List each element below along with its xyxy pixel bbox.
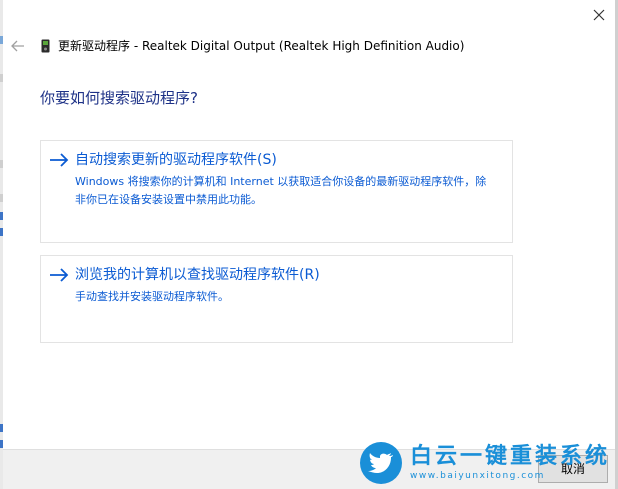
browse-computer-description: 手动查找并安装驱动程序软件。 xyxy=(75,290,229,303)
update-driver-dialog xyxy=(3,0,615,489)
right-arrow-icon xyxy=(50,268,69,282)
audio-device-icon xyxy=(41,39,50,53)
back-arrow-icon xyxy=(11,40,24,52)
back-button[interactable] xyxy=(8,36,28,56)
browse-computer-title: 浏览我的计算机以查找驱动程序软件(R) xyxy=(75,267,320,283)
browse-computer-option[interactable]: 浏览我的计算机以查找驱动程序软件(R) 手动查找并安装驱动程序软件。 xyxy=(40,255,513,343)
bird-logo-icon xyxy=(360,442,402,484)
right-arrow-icon xyxy=(50,153,69,167)
close-button[interactable] xyxy=(582,0,615,30)
auto-search-description: Windows 将搜索你的计算机和 Internet 以获取适合你设备的最新驱动… xyxy=(75,175,487,206)
watermark-brand: 白云一键重装系统 xyxy=(410,444,611,469)
auto-search-title: 自动搜索更新的驱动程序软件(S) xyxy=(75,152,277,168)
watermark-url: www.baiyunxitong.com xyxy=(410,471,545,481)
watermark: 白云一键重装系统 www.baiyunxitong.com xyxy=(360,440,615,486)
dialog-title: 更新驱动程序 - Realtek Digital Output (Realtek… xyxy=(58,39,465,53)
auto-search-option[interactable]: 自动搜索更新的驱动程序软件(S) Windows 将搜索你的计算机和 Inter… xyxy=(40,140,513,243)
page-heading: 你要如何搜索驱动程序? xyxy=(40,89,198,107)
close-icon xyxy=(593,9,604,21)
